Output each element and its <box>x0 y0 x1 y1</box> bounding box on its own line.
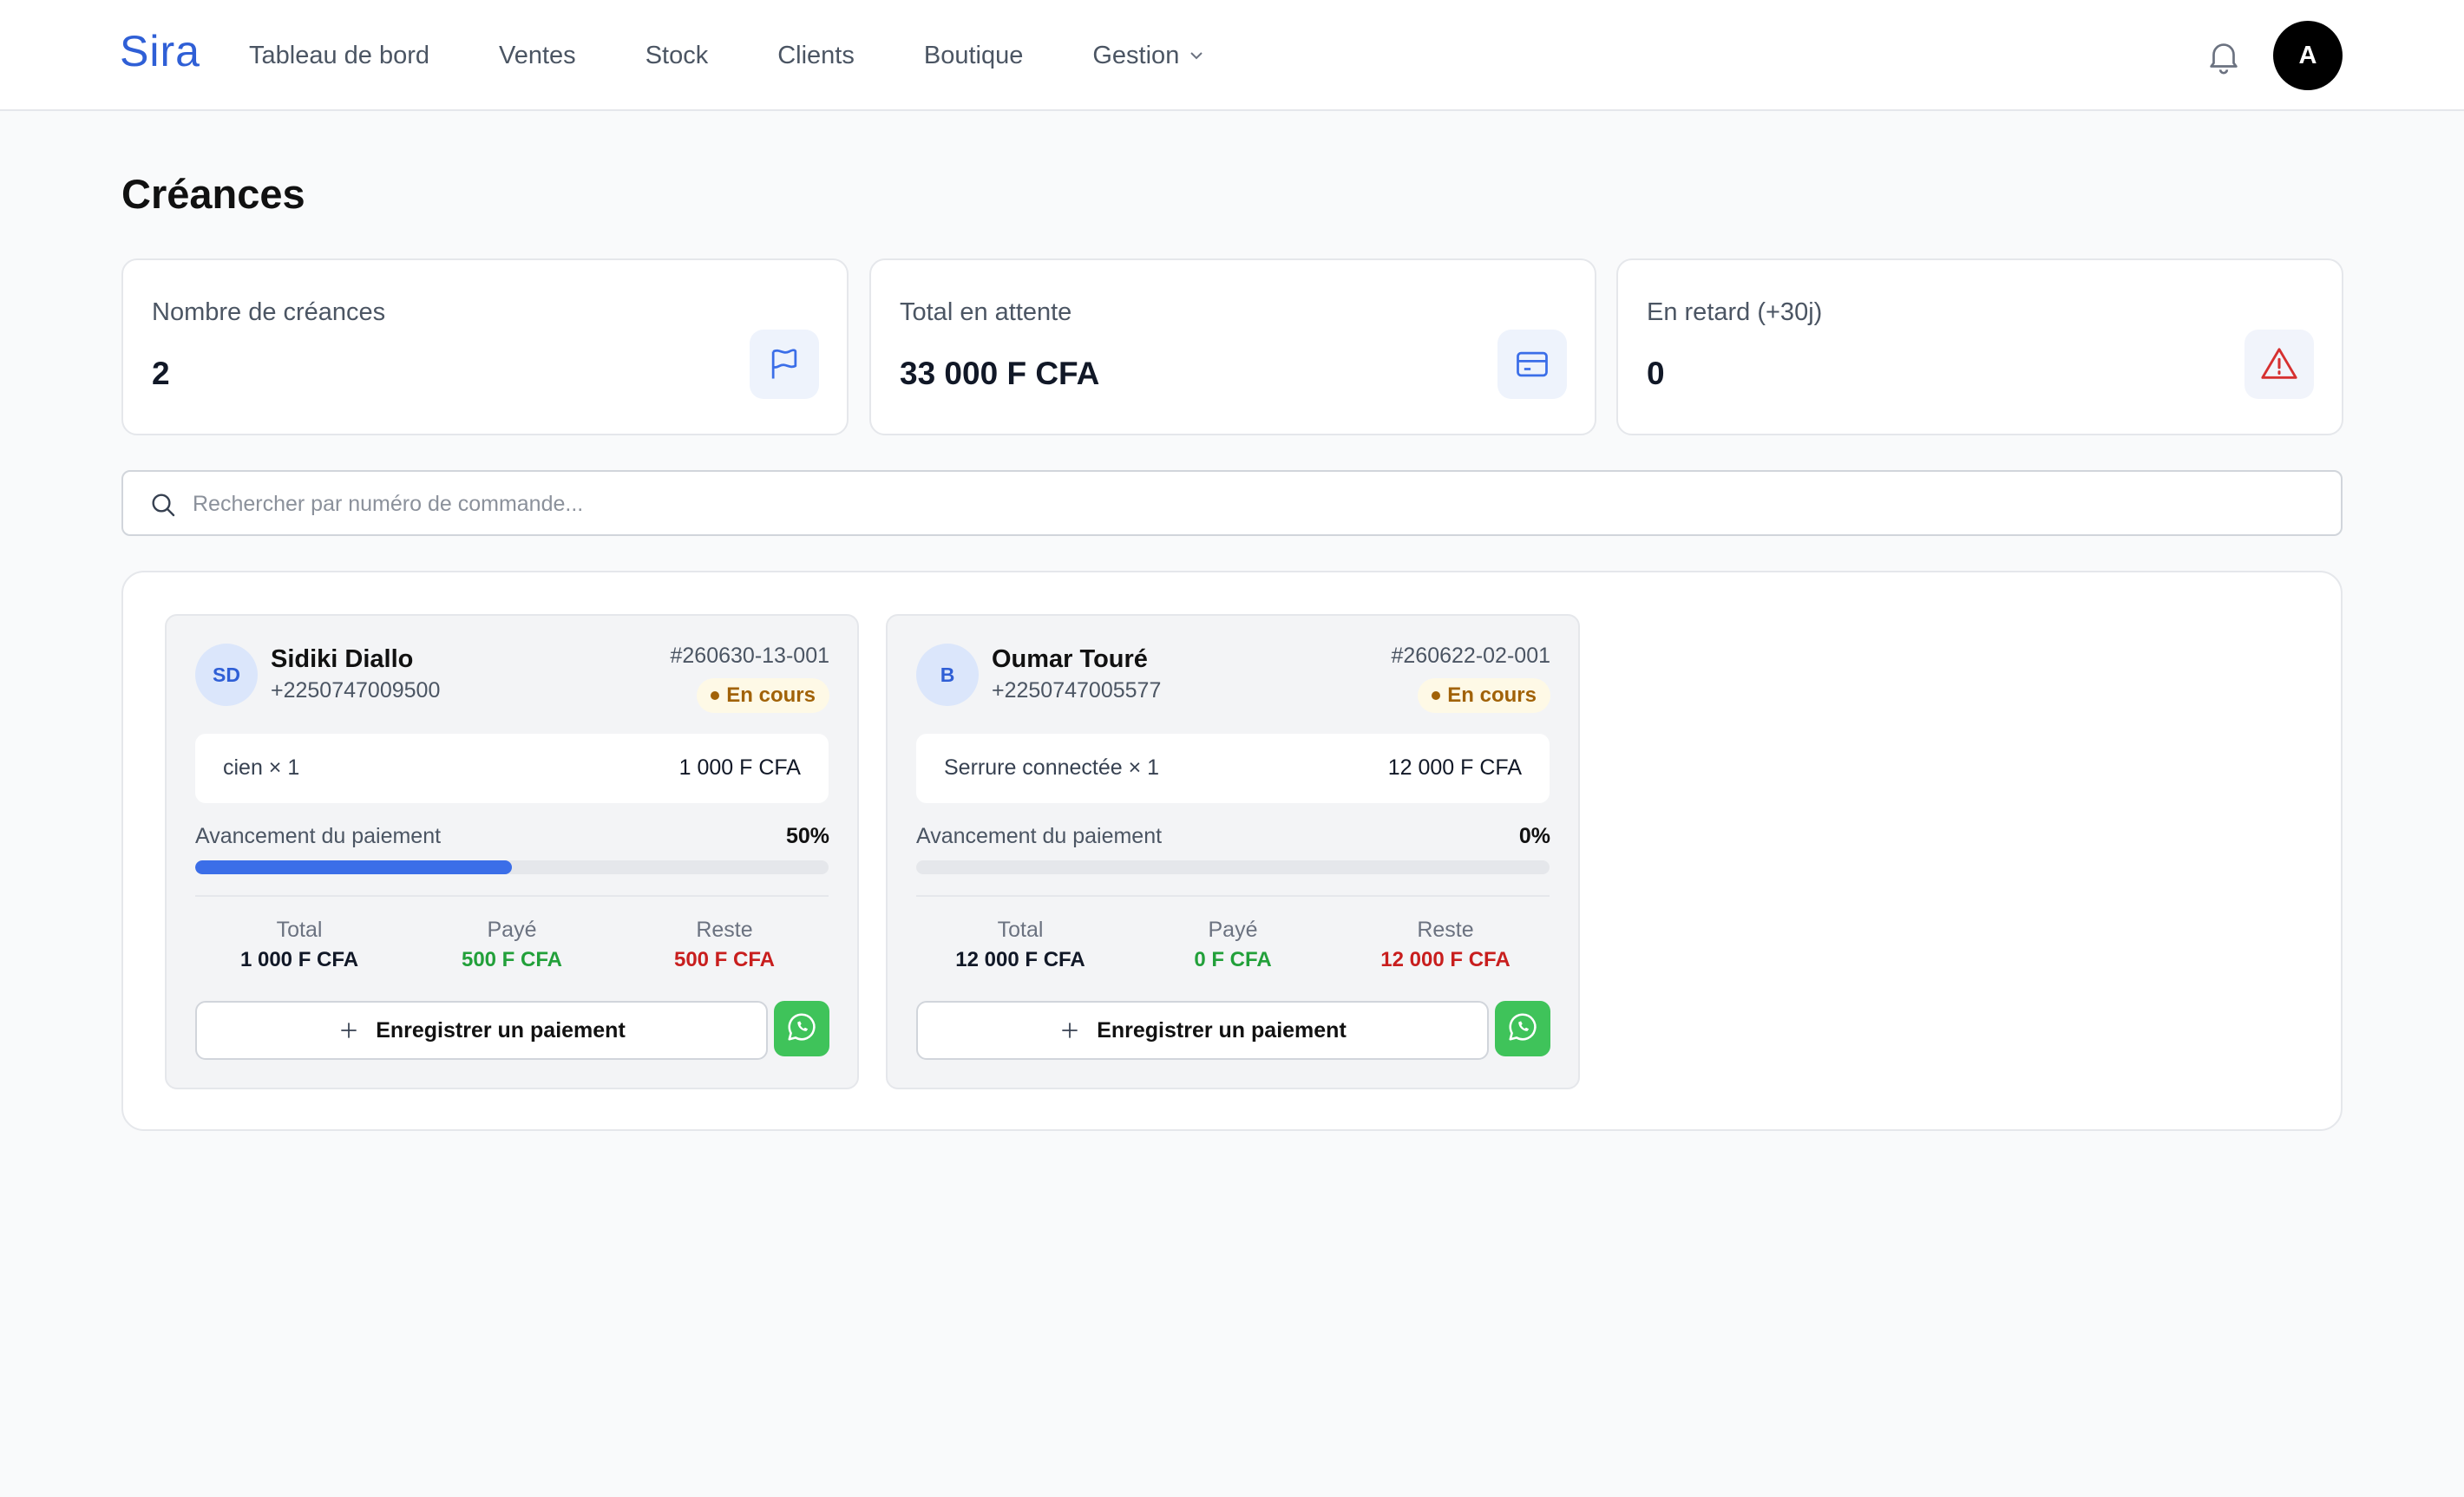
chevron-down-icon <box>1188 47 1205 64</box>
progress-percent: 50% <box>785 824 829 848</box>
status-dot <box>1432 691 1441 700</box>
paid-label: Payé <box>487 918 537 942</box>
progress-bar <box>916 860 1550 874</box>
client-phone: +2250747005577 <box>992 678 1162 703</box>
page-title: Créances <box>121 171 305 217</box>
total-column: Total 1 000 F CFA <box>195 918 403 972</box>
stat-card-count: Nombre de créances 2 <box>121 258 849 435</box>
record-payment-button[interactable]: Enregistrer un paiement <box>195 1001 768 1060</box>
receivables-list: SD Sidiki Diallo +2250747009500 #260630-… <box>121 571 2343 1131</box>
user-avatar[interactable]: A <box>2273 21 2343 90</box>
status-dot <box>711 691 720 700</box>
item-name: cien × 1 <box>223 755 300 780</box>
app-logo[interactable]: Sira <box>120 26 200 76</box>
order-item: Serrure connectée × 1 12 000 F CFA <box>916 734 1550 803</box>
order-number: #260622-02-001 <box>1391 644 1551 668</box>
credit-card-icon <box>1497 330 1567 399</box>
rest-column: Reste 12 000 F CFA <box>1341 918 1550 972</box>
nav-label: Stock <box>645 41 709 69</box>
progress-percent: 0% <box>1518 824 1550 848</box>
receivable-card: B Oumar Touré +2250747005577 #260622-02-… <box>886 614 1580 1089</box>
nav-item-shop[interactable]: Boutique <box>924 42 1024 70</box>
whatsapp-button[interactable] <box>774 1001 829 1056</box>
item-name: Serrure connectée × 1 <box>944 755 1160 780</box>
plus-icon <box>1058 1019 1081 1042</box>
nav-item-management[interactable]: Gestion <box>1092 42 1205 70</box>
status-text: En cours <box>1447 683 1537 707</box>
flag-icon <box>750 330 819 399</box>
client-avatar: B <box>916 644 979 706</box>
receivable-card: SD Sidiki Diallo +2250747009500 #260630-… <box>165 614 859 1089</box>
paid-value: 0 F CFA <box>1194 948 1272 971</box>
top-navbar: Sira Tableau de bord Ventes Stock Client… <box>0 0 2464 111</box>
nav-label: Gestion <box>1092 41 1180 69</box>
rest-label: Reste <box>1417 918 1474 942</box>
nav-label: Boutique <box>923 41 1024 69</box>
order-number: #260630-13-001 <box>670 644 830 668</box>
client-phone: +2250747009500 <box>271 678 441 703</box>
paid-column: Payé 0 F CFA <box>1129 918 1337 972</box>
total-label: Total <box>997 918 1044 942</box>
nav-item-clients[interactable]: Clients <box>777 42 855 70</box>
progress-label: Avancement du paiement <box>195 824 442 848</box>
progress-label: Avancement du paiement <box>916 824 1163 848</box>
whatsapp-icon <box>785 1010 818 1048</box>
main-nav: Tableau de bord Ventes Stock Clients Bou… <box>249 0 1275 111</box>
stat-value: 33 000 F CFA <box>900 356 1100 391</box>
status-badge: En cours <box>1418 678 1550 713</box>
button-label: Enregistrer un paiement <box>376 1017 626 1043</box>
stat-value: 2 <box>152 356 170 391</box>
client-name: Oumar Touré <box>992 645 1148 673</box>
client-avatar: SD <box>195 644 258 706</box>
button-label: Enregistrer un paiement <box>1097 1017 1347 1043</box>
status-badge: En cours <box>697 678 829 713</box>
nav-item-stock[interactable]: Stock <box>645 42 709 70</box>
item-price: 1 000 F CFA <box>678 755 801 780</box>
paid-value: 500 F CFA <box>461 948 563 971</box>
stat-value: 0 <box>1647 356 1665 391</box>
nav-item-dashboard[interactable]: Tableau de bord <box>249 42 429 70</box>
search-input[interactable] <box>193 484 2310 524</box>
divider <box>195 895 829 897</box>
rest-value: 500 F CFA <box>673 948 776 971</box>
whatsapp-button[interactable] <box>1495 1001 1550 1056</box>
stat-label: Total en attente <box>900 298 1072 326</box>
whatsapp-icon <box>1506 1010 1539 1048</box>
bell-icon[interactable] <box>2204 36 2244 76</box>
paid-column: Payé 500 F CFA <box>408 918 616 972</box>
plus-icon <box>337 1019 360 1042</box>
total-value: 12 000 F CFA <box>955 948 1085 971</box>
nav-label: Tableau de bord <box>249 41 429 69</box>
warning-triangle-icon <box>2244 330 2314 399</box>
stat-label: Nombre de créances <box>152 298 386 326</box>
rest-label: Reste <box>696 918 753 942</box>
stat-card-pending: Total en attente 33 000 F CFA <box>869 258 1596 435</box>
total-column: Total 12 000 F CFA <box>916 918 1124 972</box>
status-text: En cours <box>726 683 816 707</box>
divider <box>916 895 1550 897</box>
search-icon <box>149 491 177 519</box>
stat-label: En retard (+30j) <box>1647 298 1823 326</box>
progress-fill <box>195 860 512 874</box>
stat-card-overdue: En retard (+30j) 0 <box>1616 258 2343 435</box>
item-price: 12 000 F CFA <box>1387 755 1522 780</box>
client-name: Sidiki Diallo <box>271 645 414 673</box>
paid-label: Payé <box>1208 918 1258 942</box>
rest-column: Reste 500 F CFA <box>620 918 829 972</box>
progress-bar <box>195 860 829 874</box>
search-bar <box>121 470 2343 536</box>
total-label: Total <box>276 918 323 942</box>
order-item: cien × 1 1 000 F CFA <box>195 734 829 803</box>
nav-item-sales[interactable]: Ventes <box>499 42 576 70</box>
record-payment-button[interactable]: Enregistrer un paiement <box>916 1001 1489 1060</box>
rest-value: 12 000 F CFA <box>1380 948 1511 971</box>
nav-label: Ventes <box>499 41 576 69</box>
total-value: 1 000 F CFA <box>239 948 359 971</box>
nav-label: Clients <box>777 41 855 69</box>
